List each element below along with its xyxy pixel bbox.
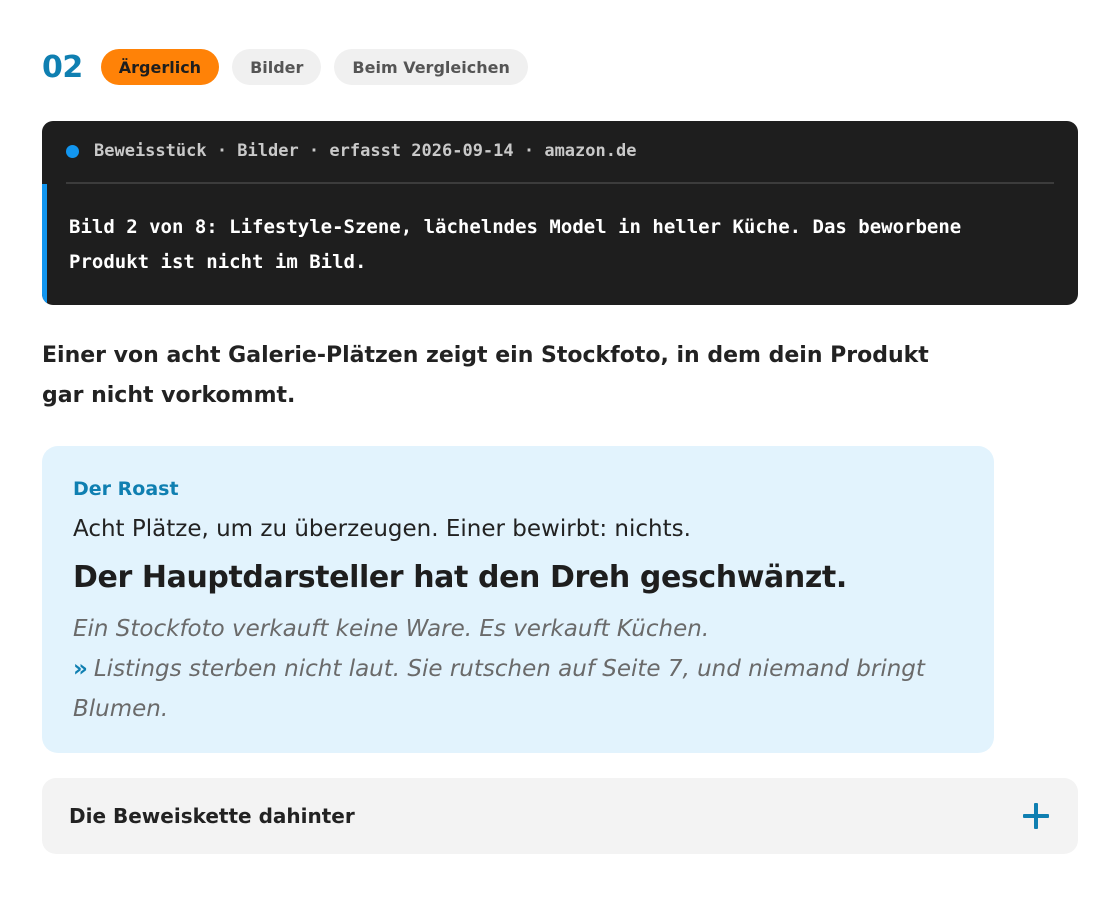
- finding-number: 02: [42, 49, 83, 85]
- context-badge: Beim Vergleichen: [334, 49, 528, 85]
- category-badge: Bilder: [232, 49, 322, 85]
- evidence-chain-accordion[interactable]: Die Beweiskette dahinter: [42, 778, 1078, 854]
- roast-line-2: » Listings sterben nicht laut. Sie rutsch…: [73, 649, 963, 729]
- status-dot-icon: [66, 144, 79, 158]
- plus-icon[interactable]: [1023, 803, 1049, 829]
- roast-panel: Der Roast Acht Plätze, um zu überzeugen.…: [42, 446, 994, 753]
- evidence-block: Beweisstück · Bilder · erfasst 2026-09-1…: [42, 121, 1078, 305]
- roast-headline: Der Hauptdarsteller hat den Dreh geschwä…: [73, 560, 847, 595]
- roast-line-1: Ein Stockfoto verkauft keine Ware. Es ve…: [73, 616, 710, 642]
- accordion-title: Die Beweiskette dahinter: [69, 804, 355, 828]
- evidence-meta: Beweisstück · Bilder · erfasst 2026-09-1…: [66, 141, 636, 161]
- severity-badge: Ärgerlich: [100, 49, 220, 85]
- roast-label: Der Roast: [73, 478, 179, 500]
- evidence-body: Bild 2 von 8: Lifestyle-Szene, lächelnde…: [42, 184, 1078, 305]
- finding-card: 02 Ärgerlich Bilder Beim Vergleichen Bew…: [42, 46, 1078, 854]
- roast-line-2-text: Listings sterben nicht laut. Sie rutsche…: [73, 656, 925, 722]
- evidence-meta-text: Beweisstück · Bilder · erfasst 2026-09-1…: [94, 141, 637, 161]
- finding-header: 02 Ärgerlich Bilder Beim Vergleichen: [42, 46, 1078, 88]
- roast-subline: Acht Plätze, um zu überzeugen. Einer bew…: [73, 516, 691, 542]
- finding-summary: Einer von acht Galerie-Plätzen zeigt ein…: [42, 343, 929, 408]
- quote-mark-icon: »: [73, 656, 88, 682]
